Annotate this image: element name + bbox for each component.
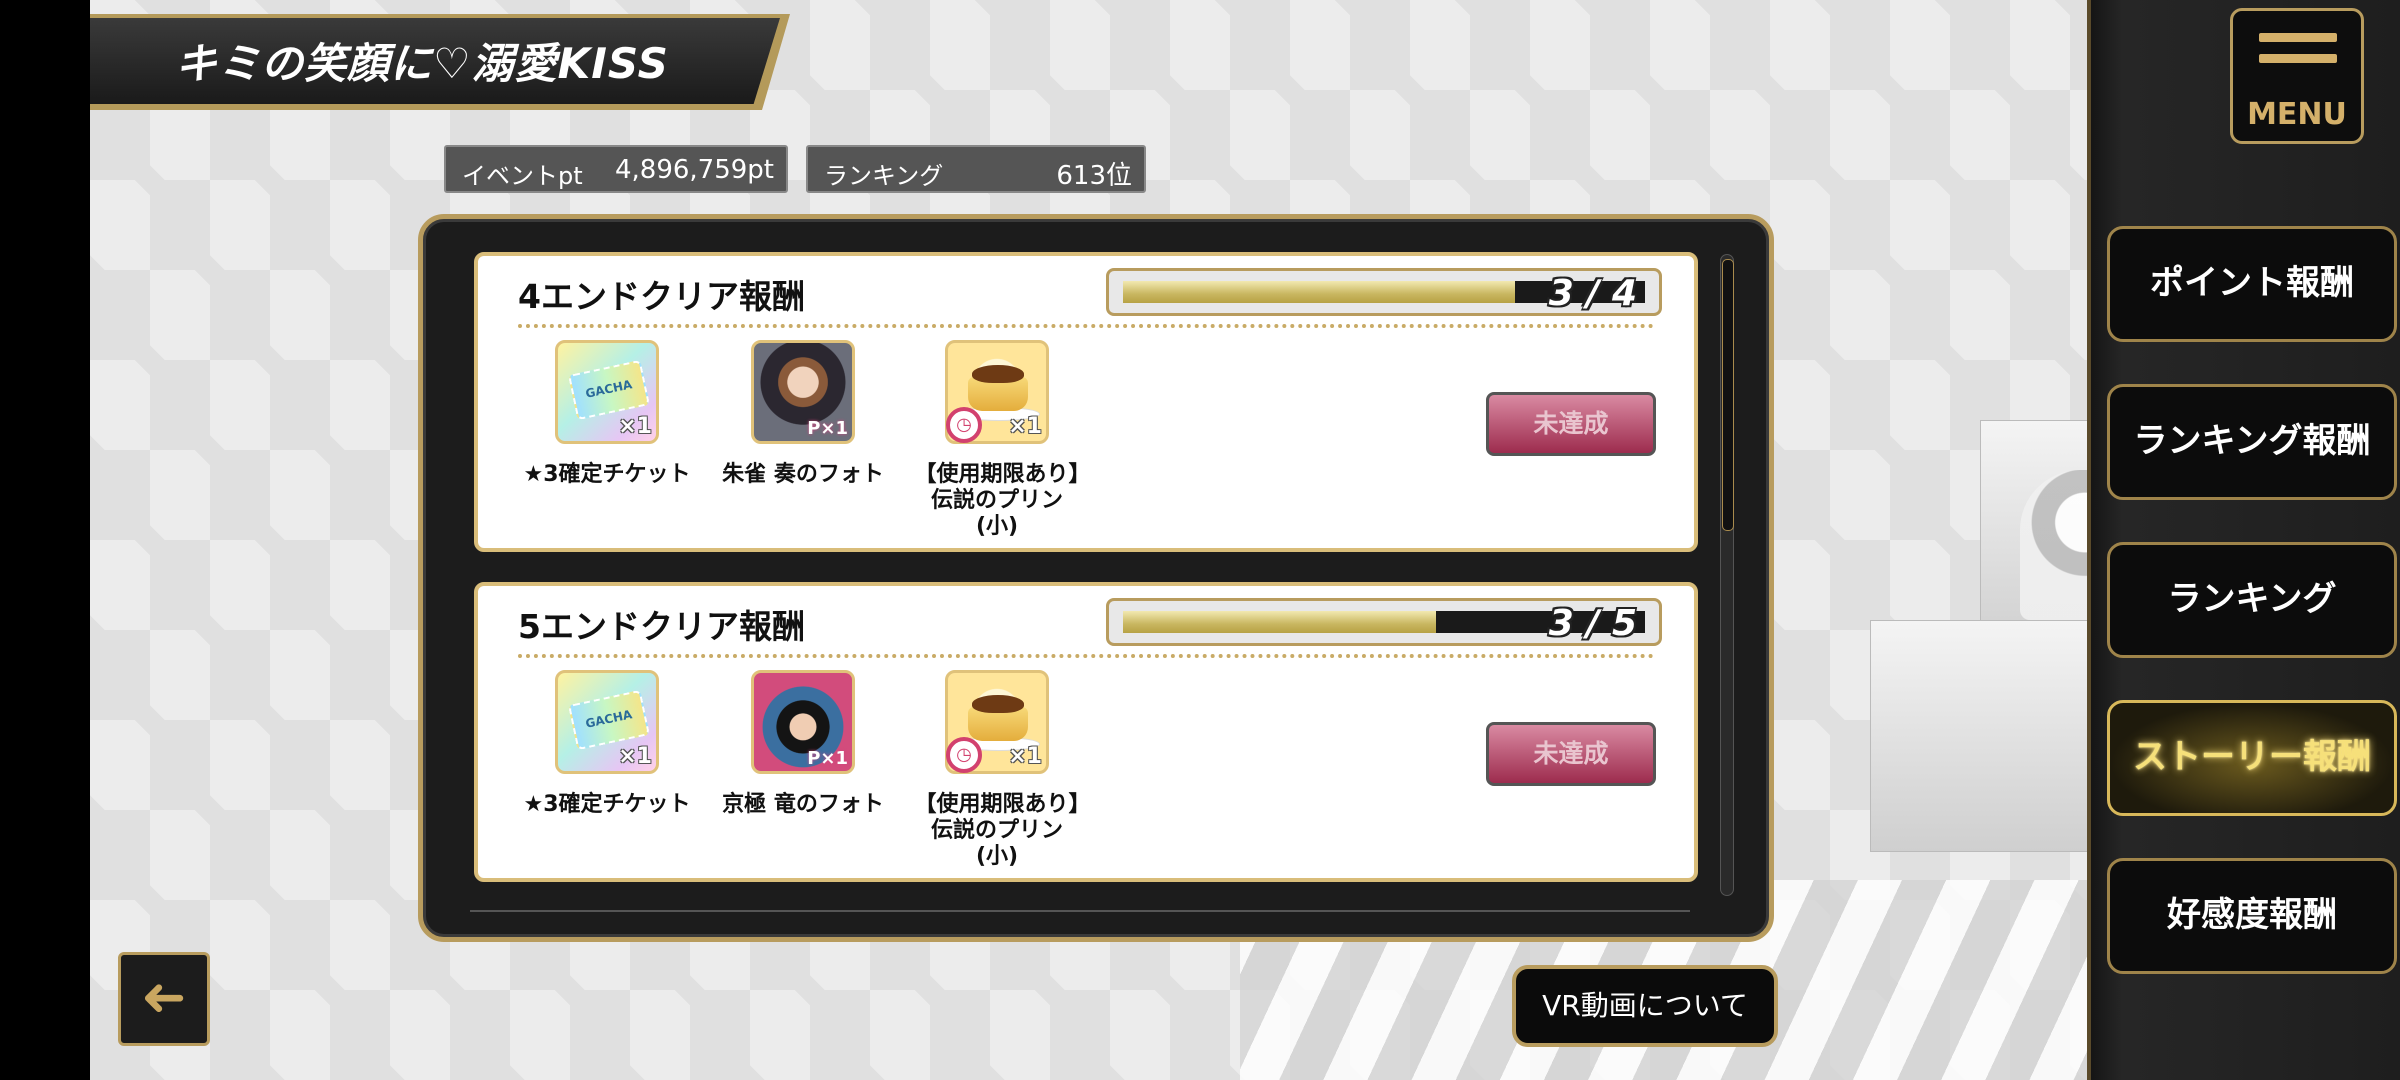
sidebar-item-story-reward[interactable]: ストーリー報酬 bbox=[2107, 700, 2397, 816]
photo-suzaku-icon: P×1 bbox=[751, 340, 855, 444]
progress-fill bbox=[1123, 281, 1515, 303]
reward-card-title: 5エンドクリア報酬 bbox=[518, 607, 805, 646]
event-pt-display: イベントpt 4,896,759pt bbox=[444, 145, 788, 193]
reward-card: 4エンドクリア報酬 3 / 4 GACHA ×1 ★3確定チケット P×1 朱雀… bbox=[474, 252, 1698, 552]
ranking-value: 613位 bbox=[1056, 161, 1132, 191]
ranking-display: ランキング 613位 bbox=[806, 145, 1146, 193]
reward-item[interactable]: P×1 京極 竜のフォト bbox=[718, 670, 888, 818]
progress-bar: 3 / 4 bbox=[1106, 268, 1662, 316]
clock-icon: ◷ bbox=[946, 407, 982, 443]
reward-item[interactable]: ◷ ×1 【使用期限あり】伝説のプリン(小) bbox=[912, 670, 1082, 870]
panel-divider bbox=[470, 910, 1690, 912]
reward-list-scrollbar[interactable] bbox=[1720, 254, 1734, 896]
sidebar-item-ranking-reward[interactable]: ランキング報酬 bbox=[2107, 384, 2397, 500]
claim-status-button[interactable]: 未達成 bbox=[1486, 722, 1656, 786]
pudding-icon: ◷ ×1 bbox=[945, 670, 1049, 774]
item-quantity: P×1 bbox=[807, 748, 848, 769]
item-name: 京極 竜のフォト bbox=[722, 792, 884, 817]
sidebar-item-point-reward[interactable]: ポイント報酬 bbox=[2107, 226, 2397, 342]
reward-item[interactable]: P×1 朱雀 奏のフォト bbox=[718, 340, 888, 488]
caramel-shape bbox=[972, 365, 1024, 383]
menu-label: MENU bbox=[2247, 97, 2347, 132]
ticket-label: GACHA bbox=[568, 689, 650, 751]
reward-card: 5エンドクリア報酬 3 / 5 GACHA ×1 ★3確定チケット P×1 京極… bbox=[474, 582, 1698, 882]
gacha-ticket-icon: GACHA ×1 bbox=[555, 340, 659, 444]
dotted-divider bbox=[518, 654, 1654, 658]
item-name: 【使用期限あり】伝説のプリン(小) bbox=[914, 462, 1080, 539]
progress-bar: 3 / 5 bbox=[1106, 598, 1662, 646]
item-name: 【使用期限あり】伝説のプリン(小) bbox=[914, 792, 1080, 869]
vr-video-button[interactable]: VR動画について bbox=[1512, 965, 1778, 1047]
ranking-label: ランキング bbox=[824, 162, 944, 190]
item-quantity: ×1 bbox=[1008, 744, 1042, 769]
item-quantity: ×1 bbox=[1008, 414, 1042, 439]
item-quantity: P×1 bbox=[807, 418, 848, 439]
decor-box bbox=[1870, 620, 2087, 852]
progress-fill bbox=[1123, 611, 1437, 633]
clock-icon: ◷ bbox=[946, 737, 982, 773]
menu-button[interactable]: MENU bbox=[2230, 8, 2364, 144]
back-arrow-icon: ➜ bbox=[141, 965, 187, 1028]
back-button[interactable]: ➜ bbox=[118, 952, 210, 1046]
photo-kyogoku-icon: P×1 bbox=[751, 670, 855, 774]
event-title: キミの笑顔に♡溺愛KISS bbox=[175, 39, 669, 88]
caramel-shape bbox=[972, 695, 1024, 713]
reward-item[interactable]: GACHA ×1 ★3確定チケット bbox=[522, 340, 692, 488]
item-name: 朱雀 奏のフォト bbox=[722, 462, 884, 487]
pudding-icon: ◷ ×1 bbox=[945, 340, 1049, 444]
item-quantity: ×1 bbox=[618, 744, 652, 769]
sidebar-item-ranking[interactable]: ランキング bbox=[2107, 542, 2397, 658]
dotted-divider bbox=[518, 324, 1654, 328]
reward-item[interactable]: GACHA ×1 ★3確定チケット bbox=[522, 670, 692, 818]
ticket-label: GACHA bbox=[568, 359, 650, 421]
claim-status-button[interactable]: 未達成 bbox=[1486, 392, 1656, 456]
reward-item[interactable]: ◷ ×1 【使用期限あり】伝説のプリン(小) bbox=[912, 340, 1082, 540]
sidebar-item-affection-reward[interactable]: 好感度報酬 bbox=[2107, 858, 2397, 974]
item-name: ★3確定チケット bbox=[523, 792, 691, 817]
event-pt-label: イベントpt bbox=[462, 162, 583, 190]
item-quantity: ×1 bbox=[618, 414, 652, 439]
hamburger-icon bbox=[2259, 33, 2337, 75]
reward-card-title: 4エンドクリア報酬 bbox=[518, 277, 805, 316]
gacha-ticket-icon: GACHA ×1 bbox=[555, 670, 659, 774]
progress-text: 3 / 5 bbox=[1548, 603, 1637, 644]
event-pt-value: 4,896,759pt bbox=[614, 155, 774, 185]
item-name: ★3確定チケット bbox=[523, 462, 691, 487]
progress-text: 3 / 4 bbox=[1548, 273, 1637, 314]
scrollbar-thumb[interactable] bbox=[1722, 259, 1734, 531]
